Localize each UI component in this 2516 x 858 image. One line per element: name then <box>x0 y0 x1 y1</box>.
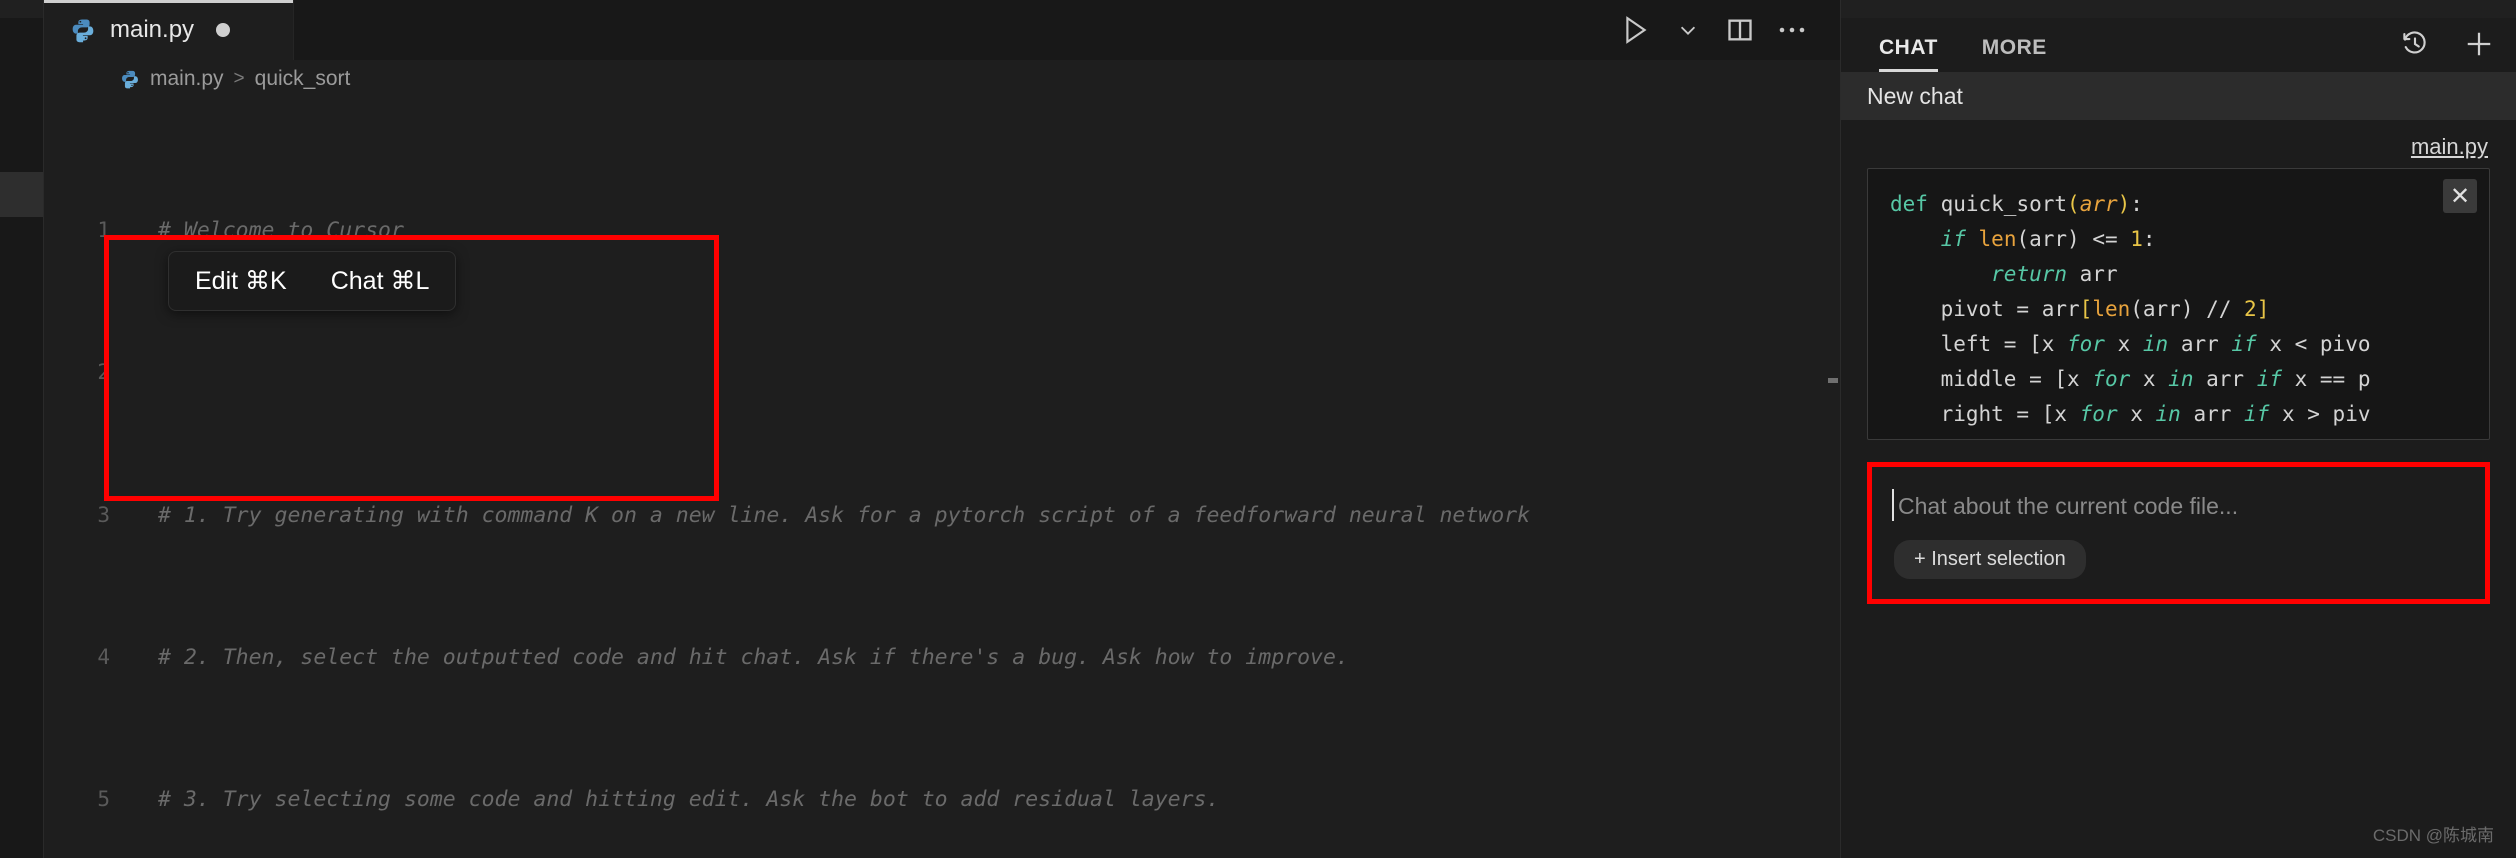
chat-body: main.py ✕ def quick_sort(arr): if len(ar… <box>1841 120 2516 858</box>
chat-code-snippet-card: ✕ def quick_sort(arr): if len(arr) <= 1:… <box>1867 168 2490 440</box>
line-number: 1 <box>97 217 110 242</box>
python-icon <box>70 17 96 43</box>
line-number: 2 <box>97 360 110 385</box>
split-editor-icon[interactable] <box>1714 0 1766 60</box>
code-line[interactable]: 4 # 2. Then, select the outputted code a… <box>44 640 1840 676</box>
chat-tab-actions <box>2400 29 2494 72</box>
edit-command-label[interactable]: Edit ⌘K <box>195 266 287 296</box>
plus-icon[interactable] <box>2464 29 2494 64</box>
tab-more[interactable]: MORE <box>1982 36 2047 72</box>
history-icon[interactable] <box>2400 29 2430 64</box>
line-content[interactable]: # 3. Try selecting some code and hitting… <box>138 782 1840 818</box>
cursor-window: main.py main.py > quick_sort 1 # Welcome… <box>0 0 2516 858</box>
activity-bar[interactable] <box>0 0 44 858</box>
activity-bar-active-item[interactable] <box>0 172 43 217</box>
chat-title: New chat <box>1841 72 2516 120</box>
line-number: 5 <box>97 787 110 812</box>
line-content[interactable]: # 1. Try generating with command K on a … <box>138 498 1840 534</box>
chat-top-strip <box>1841 0 2516 18</box>
code-line[interactable]: 5 # 3. Try selecting some code and hitti… <box>44 782 1840 818</box>
code-line[interactable]: 2 <box>44 355 1840 391</box>
chat-command-label[interactable]: Chat ⌘L <box>331 266 430 296</box>
tab-chat[interactable]: CHAT <box>1879 36 1938 72</box>
activity-bar-top-strip <box>0 0 43 18</box>
breadcrumb-symbol[interactable]: quick_sort <box>255 67 351 91</box>
chevron-down-icon[interactable] <box>1662 0 1714 60</box>
code-line[interactable]: 1 # Welcome to Cursor <box>44 213 1840 249</box>
dirty-indicator-dot[interactable] <box>216 23 231 37</box>
line-content[interactable]: # Welcome to Cursor <box>138 213 1840 249</box>
chat-input-container[interactable]: Chat about the current code file... + In… <box>1867 462 2490 604</box>
line-number: 3 <box>97 502 110 527</box>
chat-code-snippet: def quick_sort(arr): if len(arr) <= 1: r… <box>1890 192 2371 439</box>
code-lines: 1 # Welcome to Cursor 2 3 # 1. Try gener… <box>44 106 1840 858</box>
breadcrumb-file[interactable]: main.py <box>150 67 224 91</box>
inline-command-widget[interactable]: Edit ⌘K Chat ⌘L <box>168 251 457 311</box>
text-caret <box>1892 489 1894 521</box>
insert-selection-button[interactable]: + Insert selection <box>1894 540 2086 579</box>
chat-tab-bar: CHAT MORE <box>1841 18 2516 72</box>
editor-scrollbar[interactable] <box>1826 98 1840 858</box>
code-editor[interactable]: 1 # Welcome to Cursor 2 3 # 1. Try gener… <box>44 98 1840 858</box>
line-number: 4 <box>97 644 110 669</box>
editor-tab-main-py[interactable]: main.py <box>44 0 294 60</box>
chat-panel: CHAT MORE New chat main.py ✕ def quick_s… <box>1840 0 2516 858</box>
line-content[interactable] <box>138 355 1840 391</box>
editor-tab-label: main.py <box>110 16 195 43</box>
chat-input-placeholder: Chat about the current code file... <box>1898 493 2239 519</box>
code-line[interactable]: 3 # 1. Try generating with command K on … <box>44 498 1840 534</box>
editor-column: main.py main.py > quick_sort 1 # Welcome… <box>44 0 1840 858</box>
breadcrumb[interactable]: main.py > quick_sort <box>44 60 1840 98</box>
run-icon[interactable] <box>1610 0 1662 60</box>
chat-input[interactable]: Chat about the current code file... <box>1892 489 2463 521</box>
scrollbar-thumb[interactable] <box>1828 378 1838 383</box>
breadcrumb-separator: > <box>233 68 245 89</box>
python-icon <box>120 69 140 89</box>
line-content[interactable]: # 2. Then, select the outputted code and… <box>138 640 1840 676</box>
watermark: CSDN @陈城南 <box>2372 826 2494 845</box>
chat-file-link[interactable]: main.py <box>1867 134 2490 160</box>
editor-toolbar <box>1610 0 1840 60</box>
ellipsis-icon[interactable] <box>1766 0 1818 60</box>
editor-tab-bar: main.py <box>44 0 1840 60</box>
close-icon[interactable]: ✕ <box>2443 179 2477 213</box>
